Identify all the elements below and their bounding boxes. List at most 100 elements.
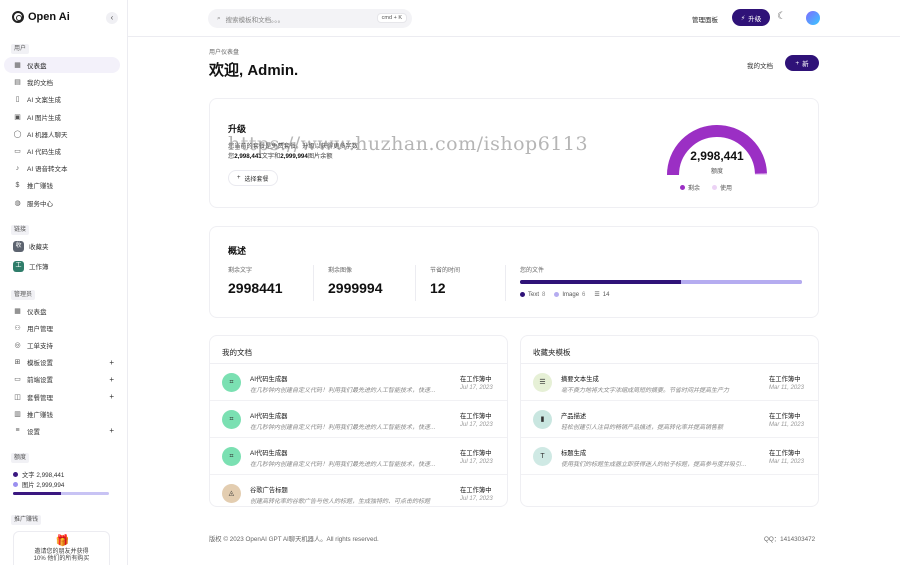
list-item[interactable]: T 标题生成 使用我们的标题生成器立即获得迷人的帖子标题，提高参与度并吸引读者 在工作… [521, 438, 818, 475]
legend-remaining: 剩余 [680, 183, 700, 192]
item-title: 摘要文本生成 [561, 376, 599, 383]
expand-plus-icon[interactable]: + [109, 392, 114, 401]
user-nav-0[interactable]: ▦ 仪表盘 [4, 57, 120, 73]
favorites-title: 收藏夹模板 [533, 348, 571, 357]
nav-label: 前端设置 [27, 377, 53, 385]
collapse-sidebar-button[interactable]: ‹ [106, 12, 118, 24]
link-item-1[interactable]: 工工作簿 [4, 258, 120, 274]
admin-nav-5[interactable]: ◫ 套餐管理 + [4, 389, 120, 405]
plus-icon: + [795, 59, 800, 67]
choose-plan-button[interactable]: + 选择套餐 [228, 170, 278, 186]
files-segment-text [520, 280, 681, 284]
watermark: https://www.huzhan.com/ishop6113 [228, 133, 589, 155]
stat-divider [415, 265, 416, 301]
user-nav-7[interactable]: $ 推广赚钱 [4, 177, 120, 193]
quota-image-label: 图片 2,999,994 [22, 482, 65, 489]
item-title: AI代码生成器 [250, 413, 288, 420]
link-item-0[interactable]: 收收藏夹 [4, 238, 120, 254]
user-nav-6[interactable]: ♪ AI 语音转文本 [4, 160, 120, 176]
brand-logo[interactable]: Open Ai [12, 11, 70, 23]
expand-plus-icon[interactable]: + [109, 375, 114, 384]
avatar[interactable] [806, 11, 820, 25]
summary-icon: ☰ [533, 373, 552, 392]
item-date: Mar 11, 2023 [769, 385, 804, 391]
admin-nav-6[interactable]: ▥ 推广赚钱 [4, 406, 120, 422]
item-title: AI代码生成器 [250, 450, 288, 457]
files-legend-text: Text 8 [520, 292, 545, 298]
admin-nav-2[interactable]: ◎ 工单支持 [4, 337, 120, 353]
legend-dot [520, 292, 525, 297]
item-date: Jul 17, 2023 [460, 459, 493, 465]
section-label-quota: 额度 [11, 453, 30, 463]
user-nav-5[interactable]: ▭ AI 代码生成 [4, 143, 120, 159]
user-nav-8[interactable]: ◍ 服务中心 [4, 195, 120, 211]
plus-icon: + [237, 175, 241, 181]
stack-icon: ☰ [594, 292, 600, 298]
item-date: Jul 17, 2023 [460, 385, 493, 391]
terminal-icon: ▭ [14, 148, 21, 155]
my-documents-card: 我的文档 ⌗ AI代码生成器 在几秒钟内创建自定义代码！利用我们最先进的人工智能技术… [209, 335, 508, 507]
text-quota-dot [13, 472, 18, 477]
list-item[interactable]: ▮ 产品描述 轻松创建引人注目的畅销产品描述，提高转化率并提高销售额 在工作簿中 Mar… [521, 401, 818, 438]
remaining-dot [680, 185, 685, 190]
new-button[interactable]: + 新 [785, 55, 819, 71]
quota-bar [13, 492, 109, 495]
legend-name: Image [562, 291, 580, 298]
list-item[interactable]: ◬ 谷歌广告标题 创建高转化率的谷歌广告与他人的标题，生成独特的、可点击的标题 在工作… [210, 475, 507, 506]
stat-divider [313, 265, 314, 301]
user-nav-1[interactable]: ▤ 我的文档 [4, 74, 120, 90]
files-label: 您的文件 [520, 268, 545, 274]
legend-used-label: 使用 [720, 186, 733, 192]
nav-label: AI 机器人聊天 [27, 131, 68, 139]
admin-nav-4[interactable]: ▭ 前端设置 + [4, 371, 120, 387]
item-status: 在工作簿中 [460, 450, 492, 457]
user-nav-2[interactable]: ▯ AI 文案生成 [4, 91, 120, 107]
list-item[interactable]: ⌗ AI代码生成器 在几秒钟内创建自定义代码！利用我们最先进的人工智能技术，快速生成… [210, 401, 507, 438]
user-nav-3[interactable]: ▣ AI 图片生成 [4, 109, 120, 125]
gift-icon: 🎁 [55, 535, 70, 547]
admin-nav-3[interactable]: ⊞ 模板设置 + [4, 354, 120, 370]
expand-plus-icon[interactable]: + [109, 358, 114, 367]
admin-nav-7[interactable]: ≡ 设置 + [4, 423, 120, 439]
mic-icon: ♪ [15, 164, 20, 172]
admin-nav-0[interactable]: ▦ 仪表盘 [4, 303, 120, 319]
support-icon: ◎ [14, 342, 21, 350]
admin-nav-1[interactable]: ⚇ 用户管理 [4, 320, 120, 336]
stat-label: 剩余文字 [228, 268, 253, 274]
my-documents-title: 我的文档 [222, 348, 252, 357]
title-icon: T [533, 447, 552, 466]
list-item[interactable]: ☰ 摘要文本生成 毫不费力地将大文字浓缩成简短的摘要。节省时间并提高生产力 在工作簿中… [521, 364, 818, 401]
files-total-value: 14 [602, 291, 610, 298]
overview-title: 概述 [228, 246, 247, 256]
search-icon: ⌕ [217, 14, 221, 22]
stat-label: 节省的时间 [430, 268, 461, 274]
nav-label: 仪表盘 [27, 309, 47, 316]
search-bar[interactable]: ⌕ 搜索模板和文档。。。 cmd + K [208, 9, 412, 28]
my-documents-button[interactable]: 我的文档 [742, 57, 778, 73]
item-status: 在工作簿中 [460, 376, 492, 383]
item-date: Mar 11, 2023 [769, 459, 804, 465]
chevron-left-icon: ‹ [110, 13, 114, 22]
upgrade-button[interactable]: ⚡ 升级 [732, 9, 770, 26]
promo-card[interactable]: 🎁 邀请您的朋友并获得 10% 他们的所有购买 [13, 531, 110, 565]
nav-label: 工单支持 [27, 343, 53, 351]
moon-icon[interactable]: ☾ [777, 11, 786, 22]
admin-panel-link[interactable]: 管理面板 [692, 14, 718, 24]
nav-label: AI 语音转文本 [27, 166, 68, 174]
gauge-value: 2,998,441 [690, 149, 744, 163]
sidebar: Open Ai ‹ 用户 ▦ 仪表盘 ▤ 我的文档 ▯ AI 文案生成 ▣ AI 图片生成 ◯ A… [0, 0, 128, 565]
breadcrumb: 用户仪表盘 [209, 50, 240, 56]
nav-label: 套餐管理 [27, 394, 53, 402]
nav-label: AI 文案生成 [27, 97, 61, 105]
expand-plus-icon[interactable]: + [109, 426, 114, 435]
list-item[interactable]: ⌗ AI代码生成器 在几秒钟内创建自定义代码！利用我们最先进的人工智能技术，快速生成… [210, 364, 507, 401]
list-item[interactable]: ⌗ AI代码生成器 在几秒钟内创建自定义代码！利用我们最先进的人工智能技术，快速生成… [210, 438, 507, 475]
link-badge: 工 [13, 260, 24, 272]
stat-label: 剩余图像 [328, 268, 353, 274]
money-icon: ▥ [14, 410, 21, 418]
stat-divider [505, 265, 506, 301]
grid-icon: ▦ [14, 308, 21, 315]
stat-value: 2998441 [228, 280, 283, 296]
user-nav-4[interactable]: ◯ AI 机器人聊天 [4, 126, 120, 142]
item-status: 在工作簿中 [769, 413, 801, 420]
